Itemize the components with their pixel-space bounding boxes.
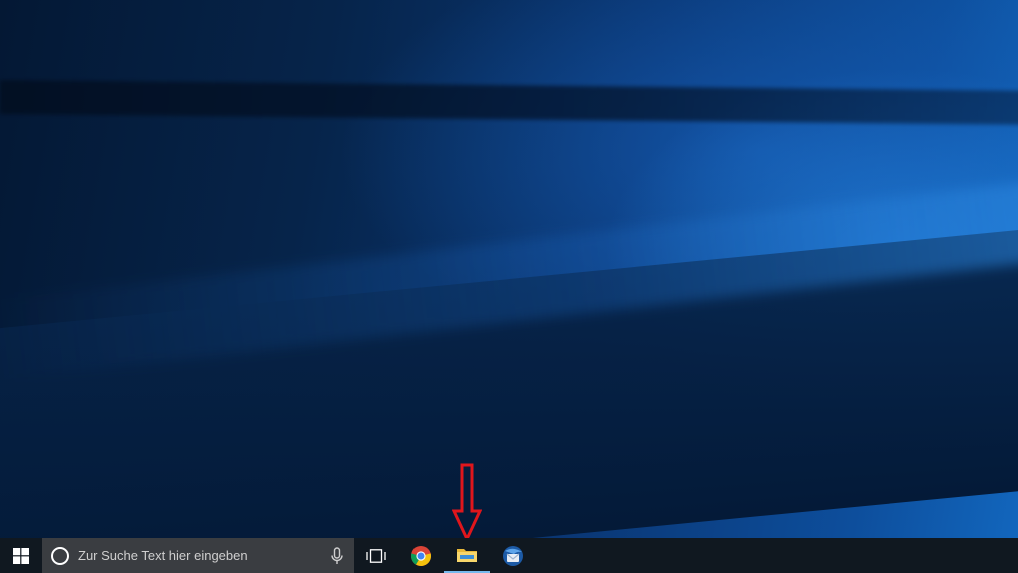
cortana-icon[interactable] (51, 546, 69, 565)
taskbar-app-chrome[interactable] (398, 538, 444, 573)
task-view-icon (366, 548, 386, 563)
microphone-icon[interactable] (330, 546, 344, 565)
windows-logo-icon (13, 547, 29, 564)
file-explorer-icon (457, 548, 477, 562)
taskbar-app-thunderbird[interactable] (490, 538, 536, 573)
red-arrow-annotation (452, 463, 482, 541)
search-placeholder[interactable]: Zur Suche Text hier eingeben (78, 548, 330, 563)
desktop-wallpaper (0, 0, 1018, 538)
task-view-button[interactable] (354, 538, 398, 573)
chrome-icon (410, 545, 432, 566)
taskbar-app-file-explorer[interactable] (444, 538, 490, 573)
wallpaper-dark-beam (0, 80, 1018, 125)
search-box[interactable]: Zur Suche Text hier eingeben (42, 538, 354, 573)
taskbar: Zur Suche Text hier eingeben (0, 538, 1018, 573)
thunderbird-icon (503, 545, 523, 566)
start-button[interactable] (0, 538, 42, 573)
